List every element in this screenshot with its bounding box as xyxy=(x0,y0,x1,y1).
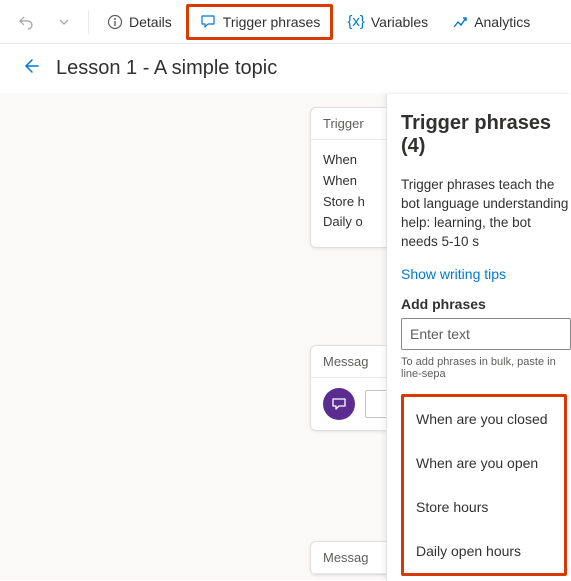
undo-button[interactable] xyxy=(8,8,44,36)
analytics-button[interactable]: Analytics xyxy=(442,8,540,36)
trigger-phrases-label: Trigger phrases xyxy=(223,14,321,30)
details-button[interactable]: Details xyxy=(97,8,182,36)
phrase-item[interactable]: When are you closed xyxy=(404,397,564,441)
chat-icon xyxy=(199,13,217,31)
phrase-item[interactable]: Store hours xyxy=(404,485,564,529)
variables-button[interactable]: {x} Variables xyxy=(337,7,438,36)
phrase-item[interactable]: When are you open xyxy=(404,441,564,485)
details-label: Details xyxy=(129,14,172,30)
analytics-icon xyxy=(452,14,468,30)
dropdown-button[interactable] xyxy=(48,10,80,34)
phrase-list: When are you closed When are you open St… xyxy=(401,394,567,576)
info-icon xyxy=(107,14,123,30)
analytics-label: Analytics xyxy=(474,14,530,30)
undo-icon xyxy=(18,14,34,30)
page-header: Lesson 1 - A simple topic xyxy=(0,44,571,93)
back-button[interactable] xyxy=(20,56,40,81)
add-phrases-label: Add phrases xyxy=(401,296,571,312)
panel-description: Trigger phrases teach the bot language u… xyxy=(401,176,571,252)
top-toolbar: Details Trigger phrases {x} Variables An… xyxy=(0,0,571,44)
page-title: Lesson 1 - A simple topic xyxy=(56,57,277,80)
chevron-down-icon xyxy=(58,16,70,28)
bulk-paste-hint: To add phrases in bulk, paste in line-se… xyxy=(401,356,571,380)
variables-icon: {x} xyxy=(347,13,365,30)
phrase-item[interactable]: Daily open hours xyxy=(404,529,564,573)
toolbar-divider xyxy=(88,10,89,34)
add-phrase-input[interactable] xyxy=(401,318,571,350)
trigger-phrases-panel: Trigger phrases (4) Trigger phrases teac… xyxy=(386,94,571,581)
message-icon xyxy=(323,388,355,420)
panel-title: Trigger phrases (4) xyxy=(401,112,571,158)
variables-label: Variables xyxy=(371,14,428,30)
trigger-phrases-button[interactable]: Trigger phrases xyxy=(186,4,334,40)
writing-tips-link[interactable]: Show writing tips xyxy=(401,266,506,282)
